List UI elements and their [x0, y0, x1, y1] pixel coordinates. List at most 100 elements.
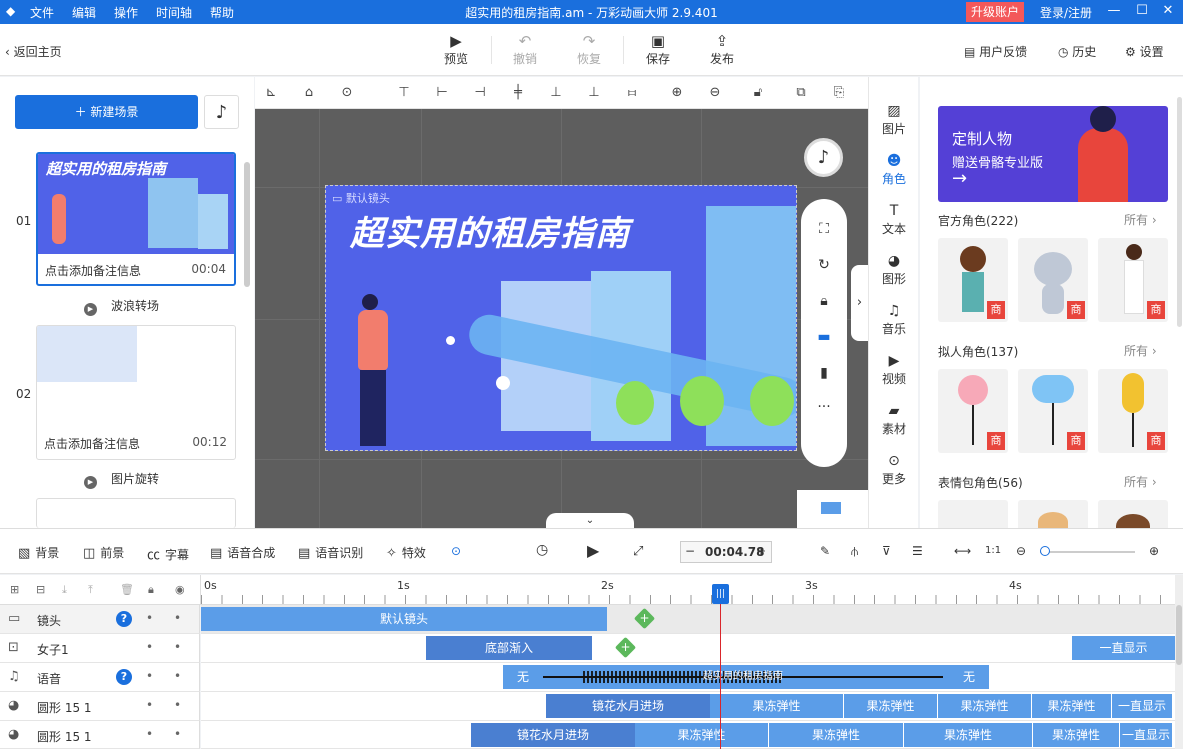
custom-character-banner[interactable]: 定制人物 赠送骨骼专业版 →: [938, 106, 1168, 202]
transition-2[interactable]: ▶ 图片旋转: [84, 470, 159, 489]
circle-shape[interactable]: [446, 336, 455, 345]
scene-card-1[interactable]: 超实用的租房指南 点击添加备注信息 00:04: [36, 152, 236, 286]
track-header-camera[interactable]: ▭ 镜头 ? • •: [0, 605, 200, 634]
character-thumb[interactable]: [1018, 500, 1088, 528]
woman-figure[interactable]: [358, 310, 388, 370]
phone-icon[interactable]: ▮: [801, 365, 847, 381]
distribute-h-icon[interactable]: ⧦: [623, 85, 641, 100]
align-top-icon[interactable]: ⊤: [395, 85, 413, 100]
paste-icon[interactable]: ⎘: [830, 85, 848, 100]
track-lane-voice[interactable]: 无 超实用的租房指南 无: [201, 663, 1175, 692]
preview-button[interactable]: ▶ 预览: [436, 32, 476, 67]
time-minus-button[interactable]: −: [685, 544, 695, 558]
play-button[interactable]: ▶: [587, 541, 599, 560]
scene-card-3[interactable]: [36, 498, 236, 528]
category-material[interactable]: ▰ 素材: [869, 403, 919, 437]
upgrade-button[interactable]: 升级账户: [966, 2, 1024, 22]
new-scene-button[interactable]: ＋ 新建场景: [15, 95, 198, 129]
subtitle-button[interactable]: ㏄字幕: [147, 544, 189, 563]
delete-icon[interactable]: 🗑︎: [120, 583, 134, 596]
effects-button[interactable]: ✧ 特效: [386, 544, 426, 561]
see-all-link[interactable]: 所有 ›: [1124, 473, 1157, 490]
tree-shape[interactable]: [616, 381, 654, 425]
move-up-icon[interactable]: ⤒: [88, 583, 93, 597]
minimap[interactable]: [797, 490, 868, 528]
character-thumb[interactable]: 商: [1098, 238, 1168, 322]
lock-dot[interactable]: •: [146, 698, 153, 712]
visible-dot[interactable]: •: [174, 640, 181, 654]
distribute-icon[interactable]: ⊥: [547, 85, 565, 100]
category-more[interactable]: ⊙ 更多: [869, 453, 919, 487]
character-thumb[interactable]: [1098, 500, 1168, 528]
see-all-link[interactable]: 所有 ›: [1124, 211, 1157, 228]
timeline-ruler[interactable]: ⊞ ⊟ ⤓ ⤒ 🗑︎ 🔒︎ ◉ 0s 1s 2s 3s 4s: [0, 575, 1175, 605]
close-button[interactable]: ✕: [1158, 3, 1178, 18]
background-button[interactable]: ▧ 背景: [18, 544, 59, 561]
visible-dot[interactable]: •: [174, 611, 181, 625]
scrollbar-thumb[interactable]: [1176, 605, 1182, 665]
back-home-button[interactable]: ‹ 返回主页: [5, 43, 62, 60]
add-keyframe-icon[interactable]: +: [614, 636, 637, 659]
align-left-icon[interactable]: ⊢: [433, 85, 451, 100]
zoom-out-icon[interactable]: ⊖: [1016, 544, 1026, 558]
lock-icon[interactable]: 🔒︎: [148, 583, 154, 597]
align-right-icon[interactable]: ⊣: [471, 85, 489, 100]
monitor-icon[interactable]: ▬: [801, 329, 847, 345]
timeline-clip[interactable]: 镜花水月进场: [546, 694, 710, 718]
rotate-icon[interactable]: ↻: [801, 257, 847, 273]
scene-note[interactable]: 点击添加备注信息: [45, 262, 141, 279]
category-video[interactable]: ▶ 视频: [869, 353, 919, 387]
expand-panel-icon[interactable]: ›: [851, 265, 868, 341]
align-center-icon[interactable]: ╪: [509, 85, 527, 100]
character-thumb[interactable]: 商: [1018, 369, 1088, 453]
zoom-in-icon[interactable]: ⊕: [668, 85, 686, 100]
character-thumb[interactable]: 商: [938, 238, 1008, 322]
minimize-button[interactable]: —: [1104, 3, 1124, 18]
home-icon[interactable]: ⌂: [300, 85, 318, 100]
category-character[interactable]: ☻ 角色: [869, 153, 919, 187]
lock-dot[interactable]: •: [146, 611, 153, 625]
track-header-voice[interactable]: ♫ 语音 ? • •: [0, 663, 200, 692]
scene-scrollbar[interactable]: [244, 162, 250, 287]
help-icon[interactable]: ?: [116, 611, 132, 627]
add-keyframe-icon[interactable]: +: [633, 607, 656, 630]
eye-icon[interactable]: ◉: [175, 583, 185, 596]
track-header-circle-1[interactable]: ◕ 圆形 15 1 • •: [0, 692, 200, 721]
zoom-slider[interactable]: [1040, 551, 1135, 553]
category-shape[interactable]: ◕ 图形: [869, 253, 919, 287]
visible-dot[interactable]: •: [174, 698, 181, 712]
character-thumb[interactable]: [938, 500, 1008, 528]
track-header-woman[interactable]: ⊡ 女子1 • •: [0, 634, 200, 663]
category-text[interactable]: T 文本: [869, 203, 919, 237]
category-music[interactable]: ♫ 音乐: [869, 303, 919, 337]
track-header-circle-2[interactable]: ◕ 圆形 15 1 • •: [0, 721, 200, 749]
fit-width-icon[interactable]: ⟷: [954, 544, 971, 558]
publish-button[interactable]: ⇪ 发布: [702, 32, 742, 67]
fit-screen-icon[interactable]: ⛶: [801, 221, 847, 237]
character-thumb[interactable]: 商: [938, 369, 1008, 453]
foreground-button[interactable]: ◫ 前景: [83, 544, 124, 561]
edit-icon[interactable]: ✎: [820, 544, 830, 558]
filter-icon[interactable]: ⊽: [882, 544, 891, 558]
settings-button[interactable]: ⚙ 设置: [1125, 43, 1164, 60]
scene-card-2[interactable]: 点击添加备注信息 00:12: [36, 325, 236, 460]
character-thumb[interactable]: 商: [1098, 369, 1168, 453]
track-lane-camera[interactable]: 默认镜头 +: [201, 605, 1175, 634]
more-icon[interactable]: ⊙: [338, 85, 356, 100]
scene-note[interactable]: 点击添加备注信息: [44, 435, 140, 452]
history-button[interactable]: ◷ 历史: [1058, 43, 1096, 60]
track-lane-circle-2[interactable]: 镜花水月进场 果冻弹性 果冻弹性 果冻弹性 果冻弹性 一直显示: [201, 721, 1175, 749]
lock-icon[interactable]: 🔒︎: [801, 293, 847, 309]
timeline-clip[interactable]: 底部渐入: [426, 636, 592, 660]
track-lane-woman[interactable]: 底部渐入 + 一直显示: [201, 634, 1175, 663]
timeline-clip[interactable]: 一直显示: [1072, 636, 1175, 660]
more-icon[interactable]: ···: [801, 399, 847, 415]
fullscreen-icon[interactable]: ⤢: [633, 544, 643, 559]
one-to-one-icon[interactable]: 1:1: [985, 545, 1001, 556]
zoom-out-icon[interactable]: ⊖: [706, 85, 724, 100]
character-thumb[interactable]: 商: [1018, 238, 1088, 322]
ruler-icon[interactable]: ⊾: [262, 85, 280, 100]
timeline-clip[interactable]: 默认镜头: [201, 607, 607, 631]
save-button[interactable]: ▣ 保存: [638, 32, 678, 67]
feedback-button[interactable]: ▤ 用户反馈: [964, 43, 1027, 60]
